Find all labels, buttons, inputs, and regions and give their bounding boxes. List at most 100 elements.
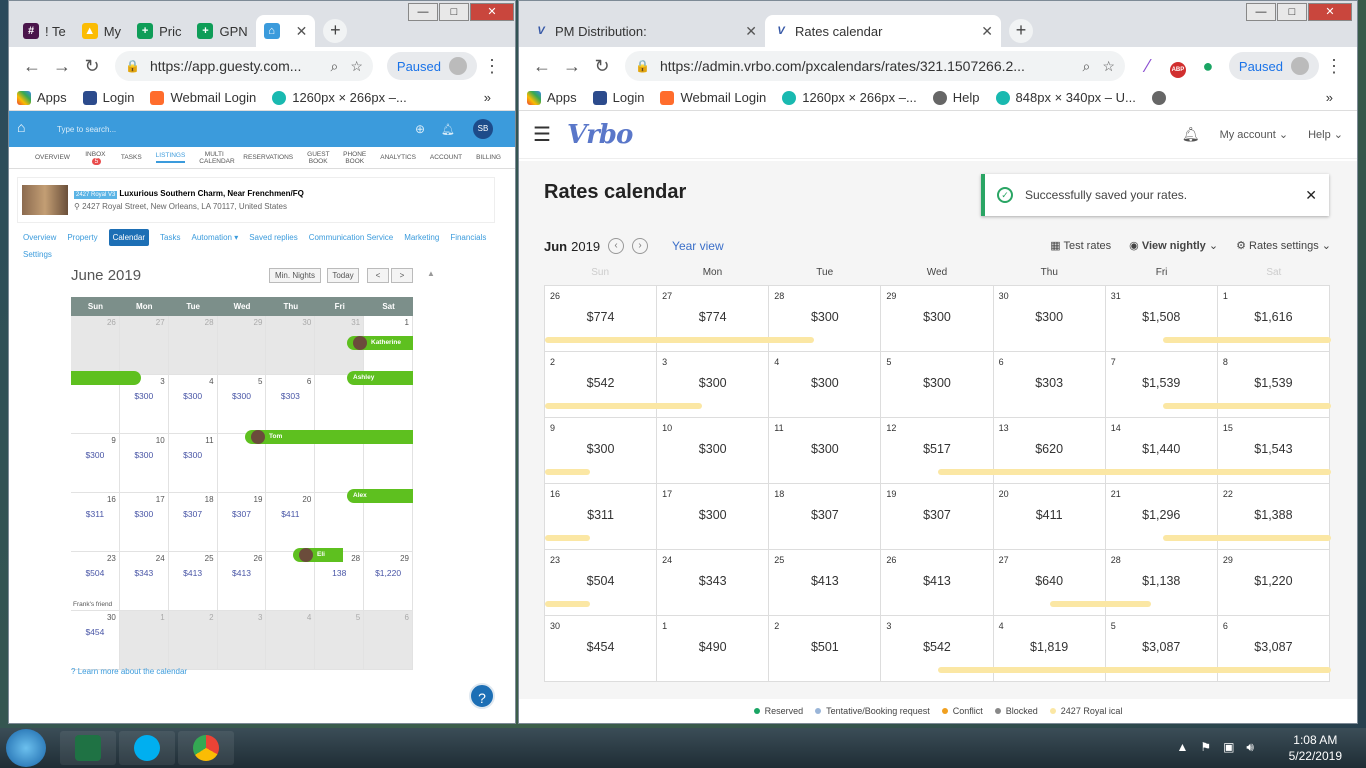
calendar-day[interactable]: 4 (266, 611, 316, 670)
subtab-marketing[interactable]: Marketing (404, 229, 439, 246)
subtab-settings[interactable]: Settings (23, 246, 52, 263)
nav-reservations[interactable]: RESERVATIONS (243, 154, 293, 161)
bookmark-help[interactable]: Help (932, 90, 980, 105)
adblock-icon[interactable]: ABP (1163, 55, 1193, 78)
tab-pm-distribution[interactable]: V PM Distribution: ✕ (525, 15, 765, 47)
calendar-day[interactable]: 25 $413 (769, 550, 882, 616)
calendar-day[interactable]: 2 $501 (769, 616, 882, 682)
prev-month-button[interactable]: ‹ (608, 238, 625, 254)
calendar-day[interactable]: 24 $343 (657, 550, 770, 616)
tab-rates-calendar[interactable]: V Rates calendar ✕ (765, 15, 1001, 47)
calendar-day[interactable]: 29 $1,220 (364, 552, 413, 611)
rates-settings-dropdown[interactable]: ⚙ Rates settings ⌄ (1236, 239, 1331, 252)
ical-block-bar[interactable] (545, 469, 590, 475)
view-nightly-dropdown[interactable]: ◉ View nightly ⌄ (1129, 239, 1218, 252)
bell-icon[interactable]: 🔔︎ (1182, 126, 1200, 143)
forward-icon[interactable]: → (47, 56, 77, 77)
calendar-day[interactable]: 25 $413 (168, 552, 218, 611)
next-month-button[interactable]: › (632, 238, 649, 254)
calendar-day[interactable]: 18 $307 (769, 484, 882, 550)
bookmark-webmail[interactable]: Webmail Login (660, 90, 766, 105)
nav-analytics[interactable]: ANALYTICS (380, 154, 416, 161)
calendar-day[interactable]: 29 $1,220 (1217, 550, 1330, 616)
calendar-day[interactable]: 9 $300 (71, 434, 120, 493)
bell-icon[interactable]: 🔔︎ (441, 123, 455, 136)
min-nights-button[interactable]: Min. Nights (269, 268, 321, 283)
bookmark-canva-2[interactable]: 848px × 340px – U... (995, 90, 1136, 105)
calendar-day[interactable]: 19 $307 (217, 493, 267, 552)
ical-block-bar[interactable] (1162, 403, 1331, 409)
system-tray[interactable]: ▲⚑▣🔊︎ (1176, 740, 1266, 755)
calendar-day[interactable]: 2 (168, 611, 218, 670)
clock[interactable]: 1:08 AM 5/22/2019 (1289, 732, 1342, 764)
search-icon[interactable]: ⌕ (1083, 58, 1091, 75)
reload-icon[interactable]: ↻ (587, 56, 617, 77)
calendar-day[interactable]: 28 (168, 316, 218, 375)
reservation-bar[interactable]: Tom (245, 430, 413, 444)
calendar-day[interactable]: 23 $504 Frank's friend (71, 552, 120, 611)
calendar-day[interactable]: 30 $454 (545, 616, 658, 682)
ical-block-bar[interactable] (1162, 337, 1331, 343)
reservation-bar[interactable]: Eli (293, 548, 343, 562)
forward-icon[interactable]: → (557, 56, 587, 77)
calendar-day[interactable]: 30 $454 (71, 611, 120, 670)
subtab-overview[interactable]: Overview (23, 229, 56, 246)
nav-overview[interactable]: OVERVIEW (35, 154, 70, 161)
bookmark-canva[interactable]: 1260px × 266px –... (782, 90, 917, 105)
add-icon[interactable]: ⊕ (415, 122, 425, 136)
nav-listings[interactable]: LISTINGS (155, 152, 186, 163)
subtab-automation[interactable]: Automation ▾ (192, 229, 239, 246)
help-menu[interactable]: Help ⌄ (1308, 128, 1343, 141)
back-icon[interactable]: ← (17, 56, 47, 77)
tab-sheet-pric[interactable]: + Pric (129, 15, 189, 47)
year-view-link[interactable]: Year view (672, 239, 724, 253)
calendar-day[interactable]: 24 $343 (119, 552, 169, 611)
my-account-menu[interactable]: My account ⌄ (1220, 128, 1289, 141)
nav-multi-calendar[interactable]: MULTI CALENDAR (199, 151, 234, 165)
bookmark-canva[interactable]: 1260px × 266px –... (272, 90, 407, 105)
close-tab-icon[interactable]: ✕ (286, 23, 308, 40)
nav-tasks[interactable]: TASKS (121, 154, 142, 161)
bookmark-login[interactable]: Login (592, 90, 644, 105)
calendar-day[interactable]: 30 (266, 316, 316, 375)
search-input[interactable]: Type to search... (57, 125, 415, 134)
calendar-day[interactable]: 4 $300 (168, 375, 218, 434)
ical-block-bar[interactable] (938, 469, 1331, 475)
close-tab-icon[interactable]: ✕ (971, 23, 993, 40)
hamburger-icon[interactable]: ☰ (533, 122, 551, 147)
star-icon[interactable]: ☆ (350, 58, 363, 75)
calendar-day[interactable]: 6 $303 (266, 375, 316, 434)
calendar-day[interactable]: 26 $413 (881, 550, 994, 616)
reload-icon[interactable]: ↻ (77, 56, 107, 77)
scroll-up-icon[interactable]: ▲ (427, 269, 435, 278)
url-field[interactable]: 🔒 https://admin.vrbo.com/pxcalendars/rate… (625, 51, 1125, 81)
calendar-day[interactable]: 1 (119, 611, 169, 670)
calendar-day[interactable]: 19 $307 (881, 484, 994, 550)
calendar-day[interactable]: 6 $303 (993, 352, 1106, 418)
nav-guest-book[interactable]: GUEST BOOK (307, 151, 329, 165)
bookmark-apps[interactable]: Apps (17, 90, 67, 105)
subtab-saved-replies[interactable]: Saved replies (249, 229, 297, 246)
ical-block-bar[interactable] (1050, 601, 1152, 607)
calendar-day[interactable]: 18 $307 (168, 493, 218, 552)
taskbar-skype[interactable] (119, 731, 175, 765)
calendar-day[interactable]: 5 (315, 611, 365, 670)
reservation-bar[interactable] (71, 371, 141, 385)
profile-paused-button[interactable]: Paused (1228, 52, 1319, 80)
calendar-day[interactable]: 5 $300 (881, 352, 994, 418)
bookmark-globe[interactable] (1151, 90, 1172, 105)
test-rates-button[interactable]: ▦ Test rates (1050, 239, 1111, 252)
start-button[interactable] (6, 729, 46, 767)
taskbar-chrome[interactable] (178, 731, 234, 765)
bookmark-login[interactable]: Login (82, 90, 134, 105)
profile-paused-button[interactable]: Paused (386, 52, 477, 80)
home-icon[interactable]: ⌂ (17, 119, 37, 139)
bookmark-webmail[interactable]: Webmail Login (150, 90, 256, 105)
ical-block-bar[interactable] (1162, 535, 1331, 541)
calendar-day[interactable]: 26 (71, 316, 120, 375)
taskbar-excel[interactable] (60, 731, 116, 765)
reservation-bar[interactable]: Ashley (347, 371, 413, 385)
calendar-day[interactable]: 20 $411 (993, 484, 1106, 550)
back-icon[interactable]: ← (527, 56, 557, 77)
calendar-day[interactable]: 30 $300 (993, 286, 1106, 352)
